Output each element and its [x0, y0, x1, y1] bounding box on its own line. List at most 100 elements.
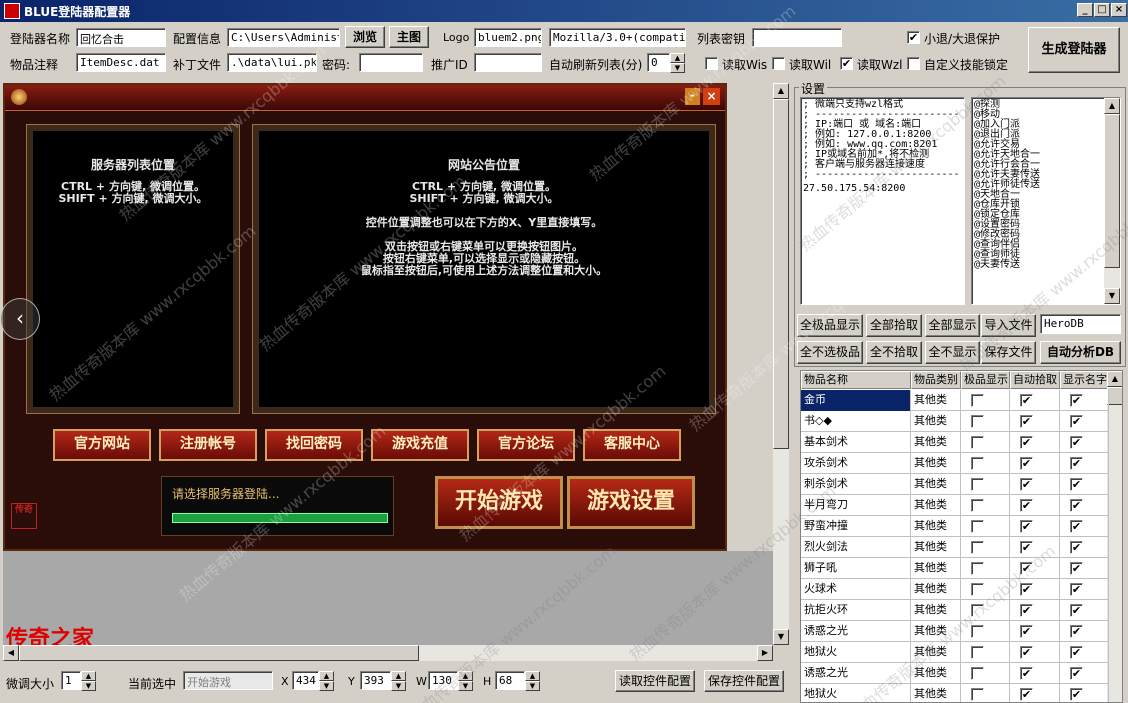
home-button[interactable]: 主图 — [389, 26, 429, 48]
extreme-checkbox[interactable] — [971, 415, 984, 428]
start-game-button[interactable]: 开始游戏 — [435, 476, 563, 529]
pickup-checkbox[interactable]: ✔ — [1020, 646, 1033, 659]
command-list-memo[interactable]: @探测 @移动 @加入门派 @退出门派 @允许交易 @允许天地合一 @允许行会合一 @允许夫妻… — [971, 97, 1121, 305]
item-name-cell[interactable]: 书◇◆ — [801, 411, 911, 432]
item-name-cell[interactable]: 地狱火 — [801, 684, 911, 702]
h-up-icon[interactable]: ▲ — [525, 671, 540, 681]
table-row[interactable]: 地狱火 其他类 ✔ ✔ — [801, 684, 1109, 702]
extreme-checkbox[interactable] — [971, 604, 984, 617]
fine-tune-down-icon[interactable]: ▼ — [81, 681, 96, 691]
register-button[interactable]: 注册帐号 — [159, 429, 257, 461]
save-file-button[interactable]: 保存文件 — [981, 341, 1036, 364]
show-name-checkbox[interactable]: ✔ — [1070, 457, 1083, 470]
refresh-down-arrow-icon[interactable]: ▼ — [670, 63, 685, 73]
none-show-button[interactable]: 全不显示 — [925, 341, 980, 364]
browse-button[interactable]: 浏览 — [345, 26, 385, 48]
extreme-checkbox[interactable] — [971, 457, 984, 470]
pickup-checkbox[interactable]: ✔ — [1020, 415, 1033, 428]
scroll-left-icon[interactable]: ◀ — [3, 645, 19, 661]
prev-arrow-icon[interactable]: ‹ — [0, 298, 40, 340]
pickup-checkbox[interactable]: ✔ — [1020, 499, 1033, 512]
game-close-button[interactable]: × — [703, 88, 720, 105]
hscroll-thumb[interactable] — [19, 645, 419, 661]
table-row[interactable]: 地狱火 其他类 ✔ ✔ — [801, 642, 1109, 663]
read-config-button[interactable]: 读取控件配置 — [615, 670, 695, 692]
none-extreme-button[interactable]: 全不选极品 — [797, 341, 863, 364]
show-name-checkbox[interactable]: ✔ — [1070, 541, 1083, 554]
custom-skill-lock-checkbox[interactable] — [907, 57, 920, 70]
extreme-checkbox[interactable] — [971, 499, 984, 512]
table-row[interactable]: 金币 其他类 ✔ ✔ — [801, 390, 1109, 411]
w-up-icon[interactable]: ▲ — [458, 671, 473, 681]
all-pickup-button[interactable]: 全部拾取 — [866, 314, 922, 337]
column-header-show[interactable]: 显示名字 — [1060, 371, 1109, 389]
extreme-checkbox[interactable] — [971, 562, 984, 575]
extreme-checkbox[interactable] — [971, 625, 984, 638]
table-row[interactable]: 诱惑之光 其他类 ✔ ✔ — [801, 663, 1109, 684]
scroll-thumb[interactable] — [773, 99, 789, 449]
extreme-checkbox[interactable] — [971, 583, 984, 596]
item-name-cell[interactable]: 野蛮冲撞 — [801, 516, 911, 537]
table-row[interactable]: 诱惑之光 其他类 ✔ ✔ — [801, 621, 1109, 642]
pickup-checkbox[interactable]: ✔ — [1020, 541, 1033, 554]
column-header-pickup[interactable]: 自动拾取 — [1010, 371, 1060, 389]
refresh-up-arrow-icon[interactable]: ▲ — [670, 53, 685, 63]
launcher-name-input[interactable]: 回忆合击 — [76, 28, 166, 47]
table-row[interactable]: 烈火剑法 其他类 ✔ ✔ — [801, 537, 1109, 558]
scroll-down-icon[interactable]: ▼ — [773, 629, 789, 645]
item-name-cell[interactable]: 半月弯刀 — [801, 495, 911, 516]
minimize-button[interactable]: _ — [1077, 3, 1093, 17]
pickup-checkbox[interactable]: ✔ — [1020, 436, 1033, 449]
promo-id-input[interactable] — [474, 53, 542, 72]
config-input[interactable]: C:\Users\Administr — [227, 28, 340, 47]
h-down-icon[interactable]: ▼ — [525, 681, 540, 691]
show-name-checkbox[interactable]: ✔ — [1070, 520, 1083, 533]
all-show-button[interactable]: 全部显示 — [925, 314, 980, 337]
quit-protect-checkbox[interactable]: ✔ — [907, 31, 920, 44]
table-scroll-thumb[interactable] — [1107, 387, 1122, 405]
item-name-cell[interactable]: 诱惑之光 — [801, 621, 911, 642]
item-name-cell[interactable]: 金币 — [801, 390, 911, 411]
item-name-cell[interactable]: 烈火剑法 — [801, 537, 911, 558]
extreme-checkbox[interactable] — [971, 520, 984, 533]
table-row[interactable]: 抗拒火环 其他类 ✔ ✔ — [801, 600, 1109, 621]
all-extreme-show-button[interactable]: 全极品显示 — [797, 314, 863, 337]
close-button[interactable]: × — [1111, 3, 1127, 17]
table-row[interactable]: 书◇◆ 其他类 ✔ ✔ — [801, 411, 1109, 432]
auto-analyze-db-button[interactable]: 自动分析DB — [1040, 341, 1121, 364]
column-header-category[interactable]: 物品类别 — [911, 371, 961, 389]
pickup-checkbox[interactable]: ✔ — [1020, 394, 1033, 407]
table-row[interactable]: 半月弯刀 其他类 ✔ ✔ — [801, 495, 1109, 516]
patch-input[interactable]: .\data\lui.pkg — [227, 53, 317, 72]
x-down-icon[interactable]: ▼ — [319, 681, 334, 691]
pickup-checkbox[interactable]: ✔ — [1020, 625, 1033, 638]
game-minimize-button[interactable]: - — [685, 88, 700, 105]
table-scrollbar[interactable]: ▲ — [1107, 371, 1122, 702]
item-name-cell[interactable]: 刺杀剑术 — [801, 474, 911, 495]
pickup-checkbox[interactable]: ✔ — [1020, 688, 1033, 701]
command-scroll-thumb[interactable] — [1104, 114, 1120, 268]
extreme-checkbox[interactable] — [971, 646, 984, 659]
table-row[interactable]: 刺杀剑术 其他类 ✔ ✔ — [801, 474, 1109, 495]
extreme-checkbox[interactable] — [971, 667, 984, 680]
scroll-right-icon[interactable]: ▶ — [757, 645, 773, 661]
x-input[interactable]: 434 — [292, 671, 319, 690]
pickup-checkbox[interactable]: ✔ — [1020, 520, 1033, 533]
column-header-extreme[interactable]: 极品显示 — [961, 371, 1010, 389]
table-row[interactable]: 基本剑术 其他类 ✔ ✔ — [801, 432, 1109, 453]
pickup-checkbox[interactable]: ✔ — [1020, 667, 1033, 680]
save-config-button[interactable]: 保存控件配置 — [704, 670, 784, 692]
forum-button[interactable]: 官方论坛 — [477, 429, 575, 461]
pickup-checkbox[interactable]: ✔ — [1020, 562, 1033, 575]
pickup-checkbox[interactable]: ✔ — [1020, 457, 1033, 470]
w-input[interactable]: 130 — [428, 671, 458, 690]
useragent-input[interactable]: Mozilla/3.0+(compatible — [549, 28, 686, 47]
show-name-checkbox[interactable]: ✔ — [1070, 436, 1083, 449]
table-row[interactable]: 狮子吼 其他类 ✔ ✔ — [801, 558, 1109, 579]
item-name-cell[interactable]: 抗拒火环 — [801, 600, 911, 621]
show-name-checkbox[interactable]: ✔ — [1070, 562, 1083, 575]
recharge-button[interactable]: 游戏充值 — [371, 429, 469, 461]
fine-tune-input[interactable]: 1 — [61, 671, 81, 690]
item-name-cell[interactable]: 狮子吼 — [801, 558, 911, 579]
scroll-up-icon[interactable]: ▲ — [773, 83, 789, 99]
